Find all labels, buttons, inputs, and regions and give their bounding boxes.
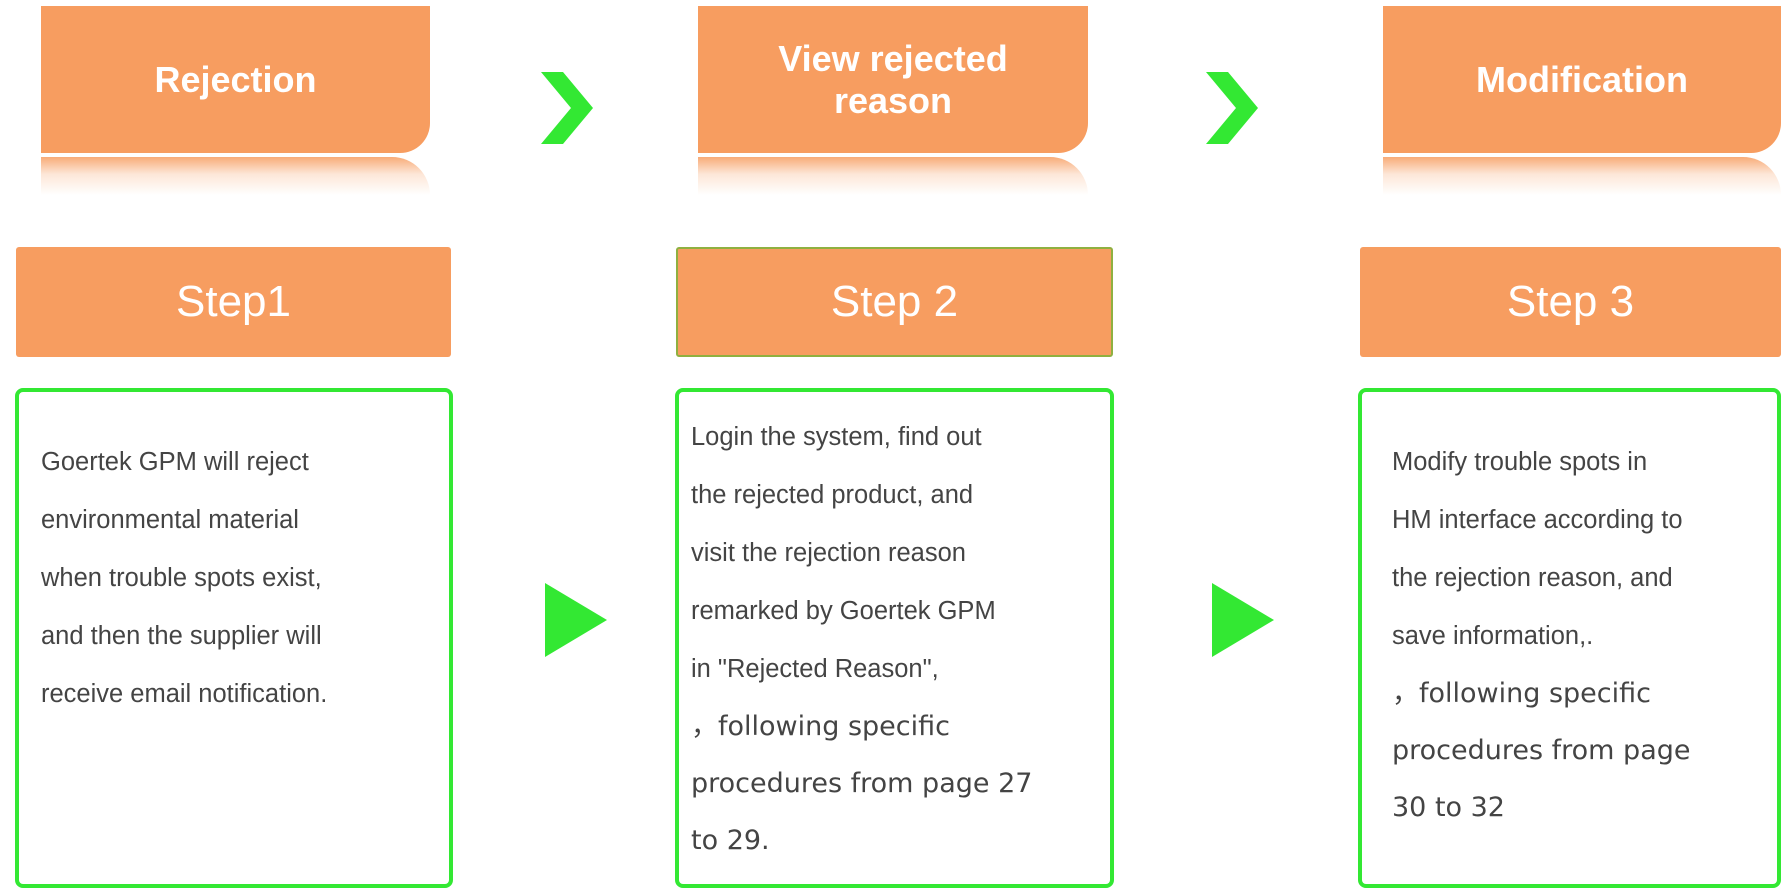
step-3-procedure-line: ，following specific bbox=[1392, 678, 1651, 709]
step-3-procedure-line: 30 to 32 bbox=[1392, 792, 1505, 823]
step-2-description-line: remarked by Goertek GPM bbox=[691, 597, 996, 625]
step-2-procedure-line: ，following specific bbox=[691, 711, 950, 742]
stage-3-title: Modification bbox=[1476, 58, 1688, 100]
step-1-description-line: receive email notification. bbox=[41, 680, 328, 708]
step-2-description-line: the rejected product, and bbox=[691, 481, 974, 509]
step-2-description-box: Login the system, find out the rejected … bbox=[675, 388, 1114, 888]
chevron-right-icon bbox=[1206, 72, 1258, 144]
step-3-description-line: Modify trouble spots in bbox=[1392, 448, 1648, 476]
step-3-description-line: HM interface according to bbox=[1392, 506, 1683, 534]
stage-3-tab-reflection bbox=[1383, 157, 1781, 195]
step-3-procedure-line: procedures from page bbox=[1392, 735, 1691, 766]
step-1-label-text: Step1 bbox=[176, 277, 291, 326]
stage-2-tab-reflection bbox=[698, 157, 1088, 195]
step-3-description-line: save information,. bbox=[1392, 622, 1594, 650]
step-3-description-box: Modify trouble spots in HM interface acc… bbox=[1358, 388, 1781, 888]
step-1-description-line: Goertek GPM will reject bbox=[41, 448, 309, 476]
play-arrow-icon bbox=[1212, 583, 1274, 657]
step-2-description-line: in "Rejected Reason", bbox=[691, 655, 939, 683]
step-1-label: Step1 bbox=[16, 247, 451, 357]
step-1-description-line: when trouble spots exist, bbox=[41, 564, 322, 592]
step-2-procedure-line: to 29. bbox=[691, 825, 770, 856]
chevron-right-icon bbox=[541, 72, 593, 144]
stage-3-title-tab: Modification bbox=[1383, 6, 1781, 153]
step-1-description-line: and then the supplier will bbox=[41, 622, 322, 650]
stage-1-title-tab: Rejection bbox=[41, 6, 430, 153]
play-arrow-icon bbox=[545, 583, 607, 657]
step-1-description-line: environmental material bbox=[41, 506, 299, 534]
step-2-label-text: Step 2 bbox=[830, 277, 959, 326]
stage-1-title: Rejection bbox=[154, 58, 317, 100]
stage-1-tab-reflection bbox=[41, 157, 430, 195]
step-3-label: Step 3 bbox=[1360, 247, 1781, 357]
step-2-description-line: Login the system, find out bbox=[691, 423, 982, 451]
step-3-description-line: the rejection reason, and bbox=[1392, 564, 1673, 592]
step-2-label: Step 2 bbox=[676, 247, 1113, 357]
step-1-description-box: Goertek GPM will reject environmental ma… bbox=[15, 388, 453, 888]
step-2-description-line: visit the rejection reason bbox=[691, 539, 966, 567]
step-2-procedure-line: procedures from page 27 bbox=[691, 768, 1033, 799]
stage-2-title: View rejected reason bbox=[778, 37, 1008, 121]
stage-2-title-tab: View rejected reason bbox=[698, 6, 1088, 153]
step-3-label-text: Step 3 bbox=[1506, 277, 1635, 326]
